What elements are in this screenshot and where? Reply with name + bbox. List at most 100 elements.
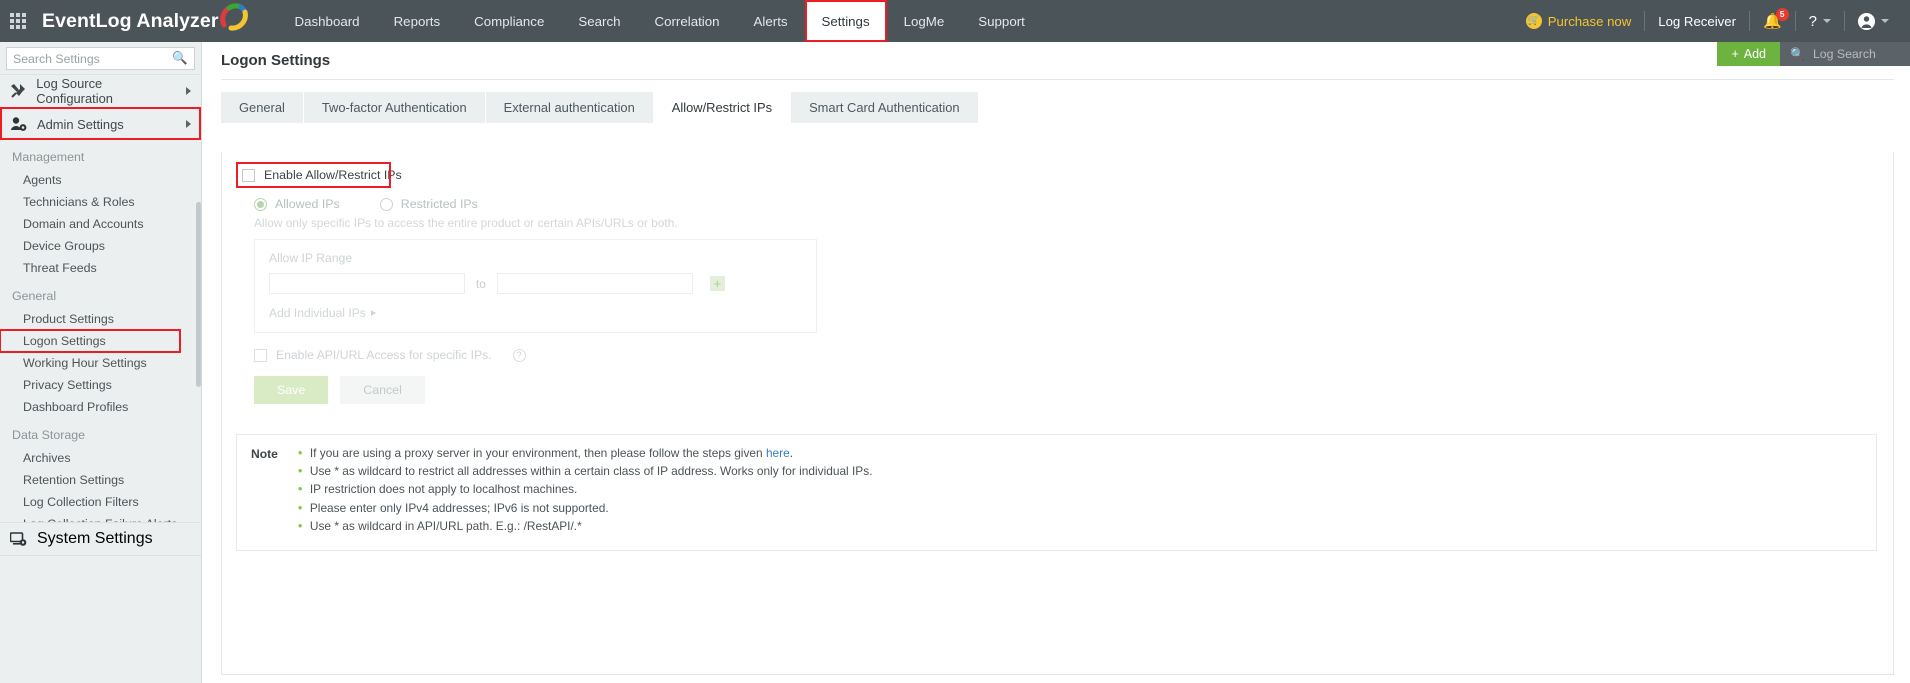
tab-general[interactable]: General [221,92,304,123]
nav-item-settings[interactable]: Settings [804,0,887,42]
log-search-input[interactable]: 🔍 Log Search [1780,42,1910,66]
sidebar-item-label: System Settings [37,530,153,547]
sidebar-item-agents[interactable]: Agents [0,169,201,191]
form-actions: Save Cancel [254,376,1893,404]
sidebar-item-product-settings[interactable]: Product Settings [0,308,201,330]
nav-item-dashboard[interactable]: Dashboard [278,0,377,42]
avatar-icon [1858,12,1875,30]
question-mark-icon: ? [1808,12,1817,30]
top-right-actions: 🛒 Purchase now Log Receiver 🔔 5 ? [1513,0,1910,42]
sidebar-item-label: Log Source Configuration [36,76,113,106]
ip-range-from-input[interactable] [269,273,465,294]
note-item: Use * as wildcard in API/URL path. E.g.:… [298,518,873,534]
sidebar-item-device-groups[interactable]: Device Groups [0,235,201,257]
add-button[interactable]: + Add [1717,42,1780,66]
add-button-label: Add [1743,47,1766,61]
nav-item-alerts[interactable]: Alerts [737,0,805,42]
tab-external-authentication[interactable]: External authentication [485,92,654,123]
enable-allow-restrict-ips-row[interactable]: Enable Allow/Restrict IPs [236,162,402,188]
enable-allow-restrict-ips-checkbox[interactable] [242,168,255,182]
nav-item-support[interactable]: Support [961,0,1042,42]
sidebar-item-dashboard-profiles[interactable]: Dashboard Profiles [0,396,201,418]
enable-api-url-access-label: Enable API/URL Access for specific IPs. [276,348,492,362]
title-divider [221,79,1894,80]
nav-item-compliance[interactable]: Compliance [457,0,561,42]
sidebar-item-archives[interactable]: Archives [0,447,201,469]
enable-api-url-access-checkbox[interactable] [254,348,267,362]
sidebar-item-domain-and-accounts[interactable]: Domain and Accounts [0,213,201,235]
sidebar-group-data-storage: Data Storage [12,428,86,442]
ip-mode-helper-text: Allow only specific IPs to access the en… [254,216,678,230]
allow-restrict-ips-panel: Enable Allow/Restrict IPs Allowed IPs Re… [221,152,1894,675]
note-title: Note [251,447,278,461]
nav-item-search[interactable]: Search [561,0,637,42]
proxy-help-link[interactable]: here [766,446,790,460]
nav-item-reports[interactable]: Reports [377,0,458,42]
nav-item-logme[interactable]: LogMe [887,0,962,42]
save-button[interactable]: Save [254,376,329,404]
top-navigation-bar: EventLog Analyzer Dashboard Reports Comp… [0,0,1910,42]
search-icon: 🔍 [1790,47,1805,61]
sidebar-item-privacy-settings[interactable]: Privacy Settings [0,374,201,396]
search-icon: 🔍 [172,51,188,65]
help-menu-button[interactable]: ? [1796,13,1844,30]
ip-range-to-input[interactable] [496,273,693,294]
allowed-ips-radio[interactable] [254,197,267,211]
quick-actions-bar: + Add 🔍 Log Search [1717,42,1910,66]
notification-badge: 5 [1775,7,1789,21]
add-individual-ips-toggle[interactable]: Add Individual IPs [269,306,802,320]
tab-smart-card-authentication[interactable]: Smart Card Authentication [791,92,979,123]
grid-apps-icon[interactable] [0,0,36,42]
sidebar-item-retention-settings[interactable]: Retention Settings [0,469,201,491]
allow-ip-range-label: Allow IP Range [269,251,353,265]
chevron-down-icon [1881,19,1889,23]
note-item: Please enter only IPv4 addresses; IPv6 i… [298,500,873,516]
chevron-down-icon [1823,19,1831,23]
note-item-text: If you are using a proxy server in your … [309,446,766,460]
user-gear-icon [10,116,27,133]
sidebar-scrollbar[interactable] [196,202,201,387]
sidebar-item-log-source-configuration[interactable]: Log Source Configuration [0,74,201,107]
manageengine-swoosh-icon [219,2,250,36]
enable-api-url-access-row[interactable]: Enable API/URL Access for specific IPs. … [254,348,1893,362]
help-icon[interactable]: ? [512,348,526,362]
add-individual-ips-label: Add Individual IPs [269,306,366,320]
brand-logo[interactable]: EventLog Analyzer [42,2,250,36]
chevron-right-icon [370,310,376,316]
sidebar-item-log-collection-filters[interactable]: Log Collection Filters [0,491,201,513]
cart-icon: 🛒 [1525,13,1542,29]
settings-sidebar: 🔍 Log Source Configuration Admin Setting… [0,42,202,683]
notifications-button[interactable]: 🔔 5 [1750,7,1795,29]
nav-item-correlation[interactable]: Correlation [638,0,737,42]
user-account-menu[interactable] [1845,12,1902,30]
main-content: Logon Settings General Two-factor Authen… [203,42,1910,683]
restricted-ips-label: Restricted IPs [400,197,478,211]
add-ip-range-button[interactable]: + [709,276,725,291]
allowed-ips-label: Allowed IPs [275,197,340,211]
plus-icon: + [1731,47,1739,61]
search-settings-box[interactable]: 🔍 [6,47,195,70]
sidebar-item-threat-feeds[interactable]: Threat Feeds [0,257,201,279]
purchase-now-button[interactable]: 🛒 Purchase now [1513,13,1645,29]
log-receiver-button[interactable]: Log Receiver [1645,14,1749,29]
sidebar-group-management: Management [12,150,85,164]
sidebar-item-working-hour-settings[interactable]: Working Hour Settings [0,352,201,374]
allow-ip-range-card: Allow IP Range to + Add Individual IPs [254,239,817,333]
note-item: If you are using a proxy server in your … [298,445,873,461]
purchase-now-label: Purchase now [1547,13,1632,29]
sidebar-item-system-settings[interactable]: System Settings [0,522,201,556]
sidebar-item-technicians-roles[interactable]: Technicians & Roles [0,191,201,213]
chevron-right-icon [186,87,191,95]
tab-allow-restrict-ips[interactable]: Allow/Restrict IPs [653,92,792,123]
ip-range-to-separator: to [476,276,486,291]
tab-two-factor-authentication[interactable]: Two-factor Authentication [303,92,486,123]
search-settings-input[interactable] [13,51,173,66]
main-menu: Dashboard Reports Compliance Search Corr… [278,0,1042,42]
cancel-button[interactable]: Cancel [340,376,425,404]
sidebar-item-logon-settings[interactable]: Logon Settings [0,329,181,353]
restricted-ips-radio[interactable] [379,197,393,211]
enable-allow-restrict-ips-label: Enable Allow/Restrict IPs [264,168,402,182]
note-section: Note If you are using a proxy server in … [236,434,1877,552]
sidebar-item-admin-settings[interactable]: Admin Settings [0,107,201,140]
note-item: IP restriction does not apply to localho… [298,481,873,497]
